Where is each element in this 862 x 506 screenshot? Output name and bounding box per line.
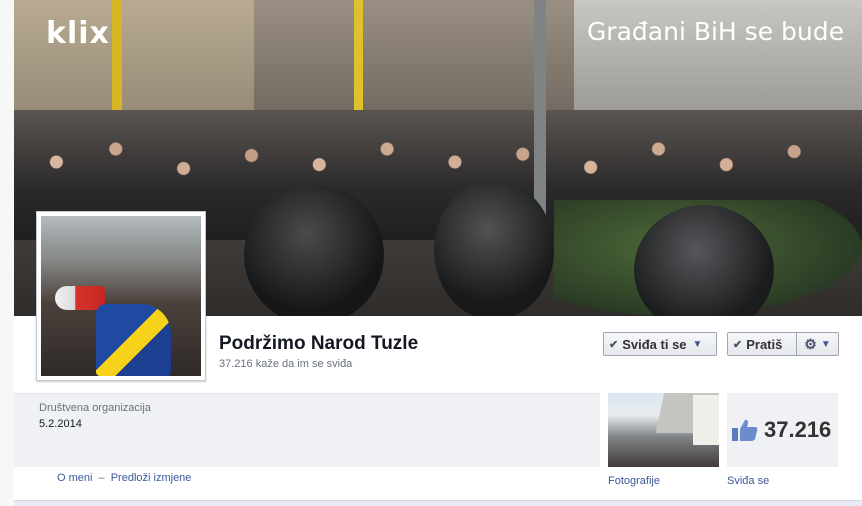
cover-helmet [434, 180, 554, 316]
about-section: Društvena organizacija 5.2.2014 [14, 393, 600, 467]
photos-thumbnail-sign [693, 395, 719, 445]
gear-icon: ⚙ [804, 335, 817, 352]
klix-logo: klix [46, 16, 110, 51]
page-left-margin [0, 0, 14, 506]
cover-helmet [244, 185, 384, 316]
settings-dropdown-button[interactable]: ⚙ ▼ [796, 332, 839, 356]
cover-building [254, 0, 574, 125]
page-title[interactable]: Podržimo Narod Tuzle [219, 333, 418, 355]
profile-picture[interactable] [36, 211, 206, 381]
follow-button[interactable]: ✔ Pratiš [727, 332, 797, 356]
follow-button-label: Pratiš [746, 336, 783, 352]
check-icon: ✔ [733, 338, 743, 351]
likes-count: 37.216 [764, 417, 832, 442]
cover-title: Građani BiH se bude [586, 17, 844, 46]
timeline-divider [14, 500, 862, 506]
photos-link[interactable]: Fotografije [608, 475, 660, 487]
profile-picture-sky [41, 216, 201, 251]
likes-link[interactable]: Sviđa se [727, 475, 769, 487]
about-link[interactable]: O meni [57, 472, 92, 484]
suggest-edits-link[interactable]: Predloži izmjene [111, 472, 192, 484]
profile-picture-image [41, 216, 201, 376]
chevron-down-icon: ▼ [820, 338, 831, 350]
page-date: 5.2.2014 [39, 418, 82, 430]
thumbs-up-hand [740, 419, 758, 441]
thumbs-up-cuff [732, 428, 738, 441]
photos-thumbnail[interactable] [608, 393, 719, 467]
about-links: O meni – Predloži izmjene [57, 472, 191, 484]
like-button[interactable]: ✔ Sviđa ti se ▼ [603, 332, 717, 356]
link-separator: – [98, 472, 105, 484]
likes-summary: 37.216 kaže da im se sviđa [219, 358, 353, 370]
page-category: Društvena organizacija [39, 402, 151, 414]
like-button-label: Sviđa ti se [622, 336, 687, 352]
thumbs-up-icon [732, 419, 758, 441]
chevron-down-icon: ▼ [692, 338, 703, 350]
cover-pole [354, 0, 363, 120]
flag-icon [96, 304, 171, 376]
check-icon: ✔ [609, 338, 619, 351]
